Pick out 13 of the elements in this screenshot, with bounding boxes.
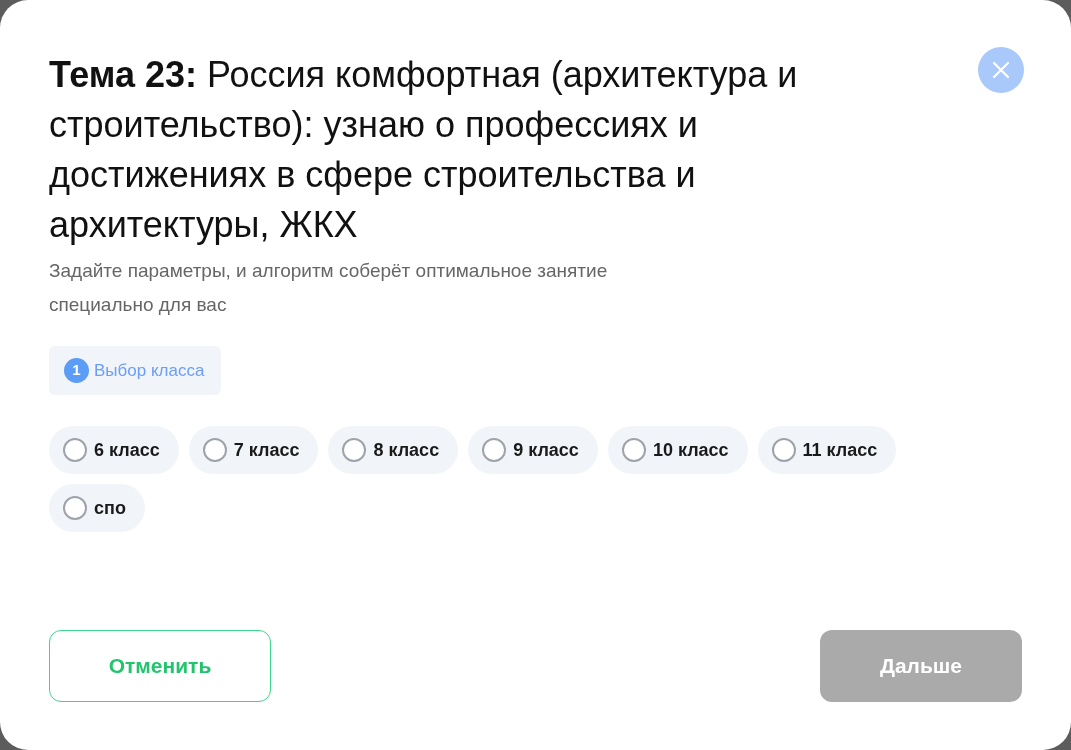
close-icon (992, 61, 1010, 79)
grade-option[interactable]: 10 класс (607, 426, 748, 474)
dialog-subtitle: Задайте параметры, и алгоритм соберёт оптимальное занятие специально для вас (49, 259, 609, 317)
step-label: Выбор класса (94, 359, 205, 382)
grade-option[interactable]: спо (49, 484, 145, 532)
step-number: 1 (64, 358, 89, 383)
grade-option[interactable]: 11 класс (757, 426, 897, 474)
close-button[interactable] (978, 47, 1024, 93)
grade-option[interactable]: 6 класс (49, 426, 179, 474)
grade-option[interactable]: 7 класс (188, 426, 319, 474)
grade-option[interactable]: 9 класс (468, 426, 598, 474)
grade-option[interactable]: 8 класс (328, 426, 459, 474)
dialog-title: Тема 23: Россия комфортная (архитектура и строительство): узнаю о профессиях и достижениях в сфере строительства и архитектуры, ЖКХ (49, 53, 799, 247)
